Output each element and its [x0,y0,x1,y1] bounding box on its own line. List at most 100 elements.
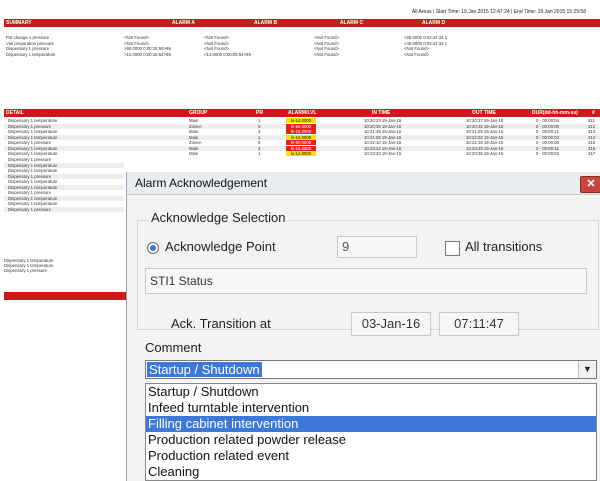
alarm-level-header: ALARM/LVL [288,110,317,116]
detail-name: Dispensary 1 temperature [8,129,58,134]
table-row: Dispensary 1 temperature [4,162,124,168]
summary-alarm-b: <Not Found> [204,35,230,40]
table-row: Dispensary 1 temperature [4,179,124,184]
close-icon: ✕ [586,178,596,190]
summary-alarm-a: <Not Found> [124,35,150,40]
summary-alarm-a: <Not Found> [124,40,150,46]
detail-name: Dispensary 1 temperature [8,179,58,184]
detail-name: Dispensary 1 pressure [8,190,51,195]
alarm-level-badge: lo-14.0000 [286,134,316,140]
acknowledge-point-field[interactable]: 9 [337,236,417,258]
detail-in-time: 10:21:48 19-Jan-15 [364,129,402,134]
summary-alarm-c: <Not Found> [314,46,340,51]
summary-alarm-d: <Not Found> [404,46,430,51]
out-time-header: OUT TIME [472,110,496,116]
comment-label: Comment [145,340,202,355]
status-text: STI1 Status [150,274,213,288]
summary-name: Dispensary 1 pressure [6,46,49,51]
table-row: Dispensary 1 temperature Main 1 lo-14.0000 1… [4,134,600,140]
dialog-title: Alarm Acknowledgement [135,176,268,190]
acknowledge-point-radio[interactable] [147,242,159,254]
alarm-level-badge: hi-90.0000 [286,140,316,145]
summary-alarm-d: <25.0000 0:02:42:34 1 [404,35,448,40]
detail-priority: 5 [258,123,261,129]
table-row: Dispensary 1 pressure [4,173,124,179]
comment-option[interactable]: Production related event [146,448,596,464]
detail-duration: 0 - 00:00:03 [536,134,559,140]
detail-in-time: 10:20:39 19-Jan-15 [364,123,402,129]
detail-name: Dispensary 1 pressure [8,140,51,145]
comment-combobox[interactable]: Startup / Shutdown ▼ [145,360,597,379]
detail-group: Main [189,151,199,156]
alarm-level-badge: lo-14.0000 [286,118,316,123]
comment-option[interactable]: Production related powder release [146,432,596,448]
detail-out-time: 10:20:45 19-Jan-15 [466,123,504,129]
detail-priority: 1 [258,134,261,140]
detail-priority: 3 [258,145,261,151]
summary-alarm-b: <Not Found> [204,40,230,46]
detail-header: DETAIL GROUP PR ALARM/LVL IN TIME OUT TI… [4,109,600,117]
table-row: Dispensary 1 pressure [4,157,124,162]
detail-priority: 5 [258,140,261,145]
alarm-b-header: ALARM B [254,20,278,26]
detail-group: Main [189,129,199,134]
detail-number: 316 [588,145,596,151]
alarm-acknowledgement-dialog: Alarm Acknowledgement ✕ Acknowledge Sele… [126,172,600,481]
summary-row: Pot change 1 pressure <Not Found> <Not Fou… [4,35,600,40]
detail-duration: 0 - 00:00:11 [536,129,559,134]
detail-group: Main [189,145,199,151]
detail-name: Dispensary 1 pressure [8,173,51,179]
in-time-header: IN TIME [372,110,391,116]
ack-time-field[interactable]: 07:11:47 [439,312,519,336]
summary-alarm-b: <14.0000 0:00:05:04>99 [204,51,251,57]
detail-group: Main [189,134,199,140]
comment-option[interactable]: Cleaning [146,464,596,480]
comment-option[interactable]: Startup / Shutdown [146,384,596,400]
detail-in-time: 10:23:22 19-Jan-15 [364,145,402,151]
detail-duration: 0 - 00:00:06 [536,123,559,129]
detail-number: 314 [588,134,596,140]
summary-header: SUMMARY ALARM A ALARM B ALARM C ALARM D [4,19,600,27]
detail-title: DETAIL [6,110,24,116]
table-row: Dispensary 1 temperature [4,168,124,173]
detail-out-time: 10:23:33 19-Jan-15 [466,145,504,151]
detail-number: 312 [588,123,596,129]
chevron-down-icon[interactable]: ▼ [578,361,596,378]
all-transitions-checkbox[interactable] [445,241,460,256]
number-header: # [592,110,595,116]
comment-option-highlighted[interactable]: Filling cabinet intervention [146,416,596,432]
detail-duration: 0 - 00:00:03 [536,151,559,156]
detail-number: 313 [588,129,596,134]
alarm-level-badge: lo-14.0000 [286,151,316,156]
detail-name: Dispensary 1 temperature [8,195,58,201]
detail-name: Dispensary 1 temperature [8,151,58,156]
ack-transition-label: Ack. Transition at [171,316,271,331]
detail-group: Main [189,118,199,123]
close-button[interactable]: ✕ [580,176,600,193]
alarm-level-badge: hi-15.0000 [286,145,316,151]
group-header: GROUP [189,110,208,116]
summary-alarm-d: <Not Found> [404,51,430,57]
status-field: STI1 Status [145,268,587,294]
comment-selected-value: Startup / Shutdown [147,362,262,377]
summary-name: Dispensary 1 temperature [6,51,56,57]
summary-alarm-a: >15.0000 0:00:16:54>99 [124,51,171,57]
pr-header: PR [256,110,263,116]
detail-name: Dispensary 1 pressure [8,157,51,162]
detail-name: Dispensary 1 temperature [8,134,58,140]
comment-option[interactable]: Infeed turntable intervention [146,400,596,416]
detail-in-time: 10:22:10 19-Jan-15 [364,140,402,145]
dialog-title-bar: Alarm Acknowledgement ✕ [127,172,600,195]
summary-name: Vial preparation pressure [6,40,54,46]
detail-in-time: 10:23:33 19-Jan-15 [364,151,402,156]
table-row: Dispensary 1 pressure [4,190,124,195]
detail-group: ZoneA [189,123,202,129]
ack-date-field[interactable]: 03-Jan-16 [351,312,431,336]
alarm-c-header: ALARM C [340,20,364,26]
duration-header: DUR(dd-hh-mm-ss) [532,110,578,116]
detail-name: Dispensary 1 pressure [4,268,47,274]
summary-title: SUMMARY [6,20,32,26]
summary-alarm-c: <Not Found> [314,35,340,40]
table-row: Dispensary 1 temperature Main 1 lo-14.0000 1… [4,118,600,123]
report-bottom-rows: Dispensary 1 temperature Dispensary 1 tem… [4,258,53,274]
